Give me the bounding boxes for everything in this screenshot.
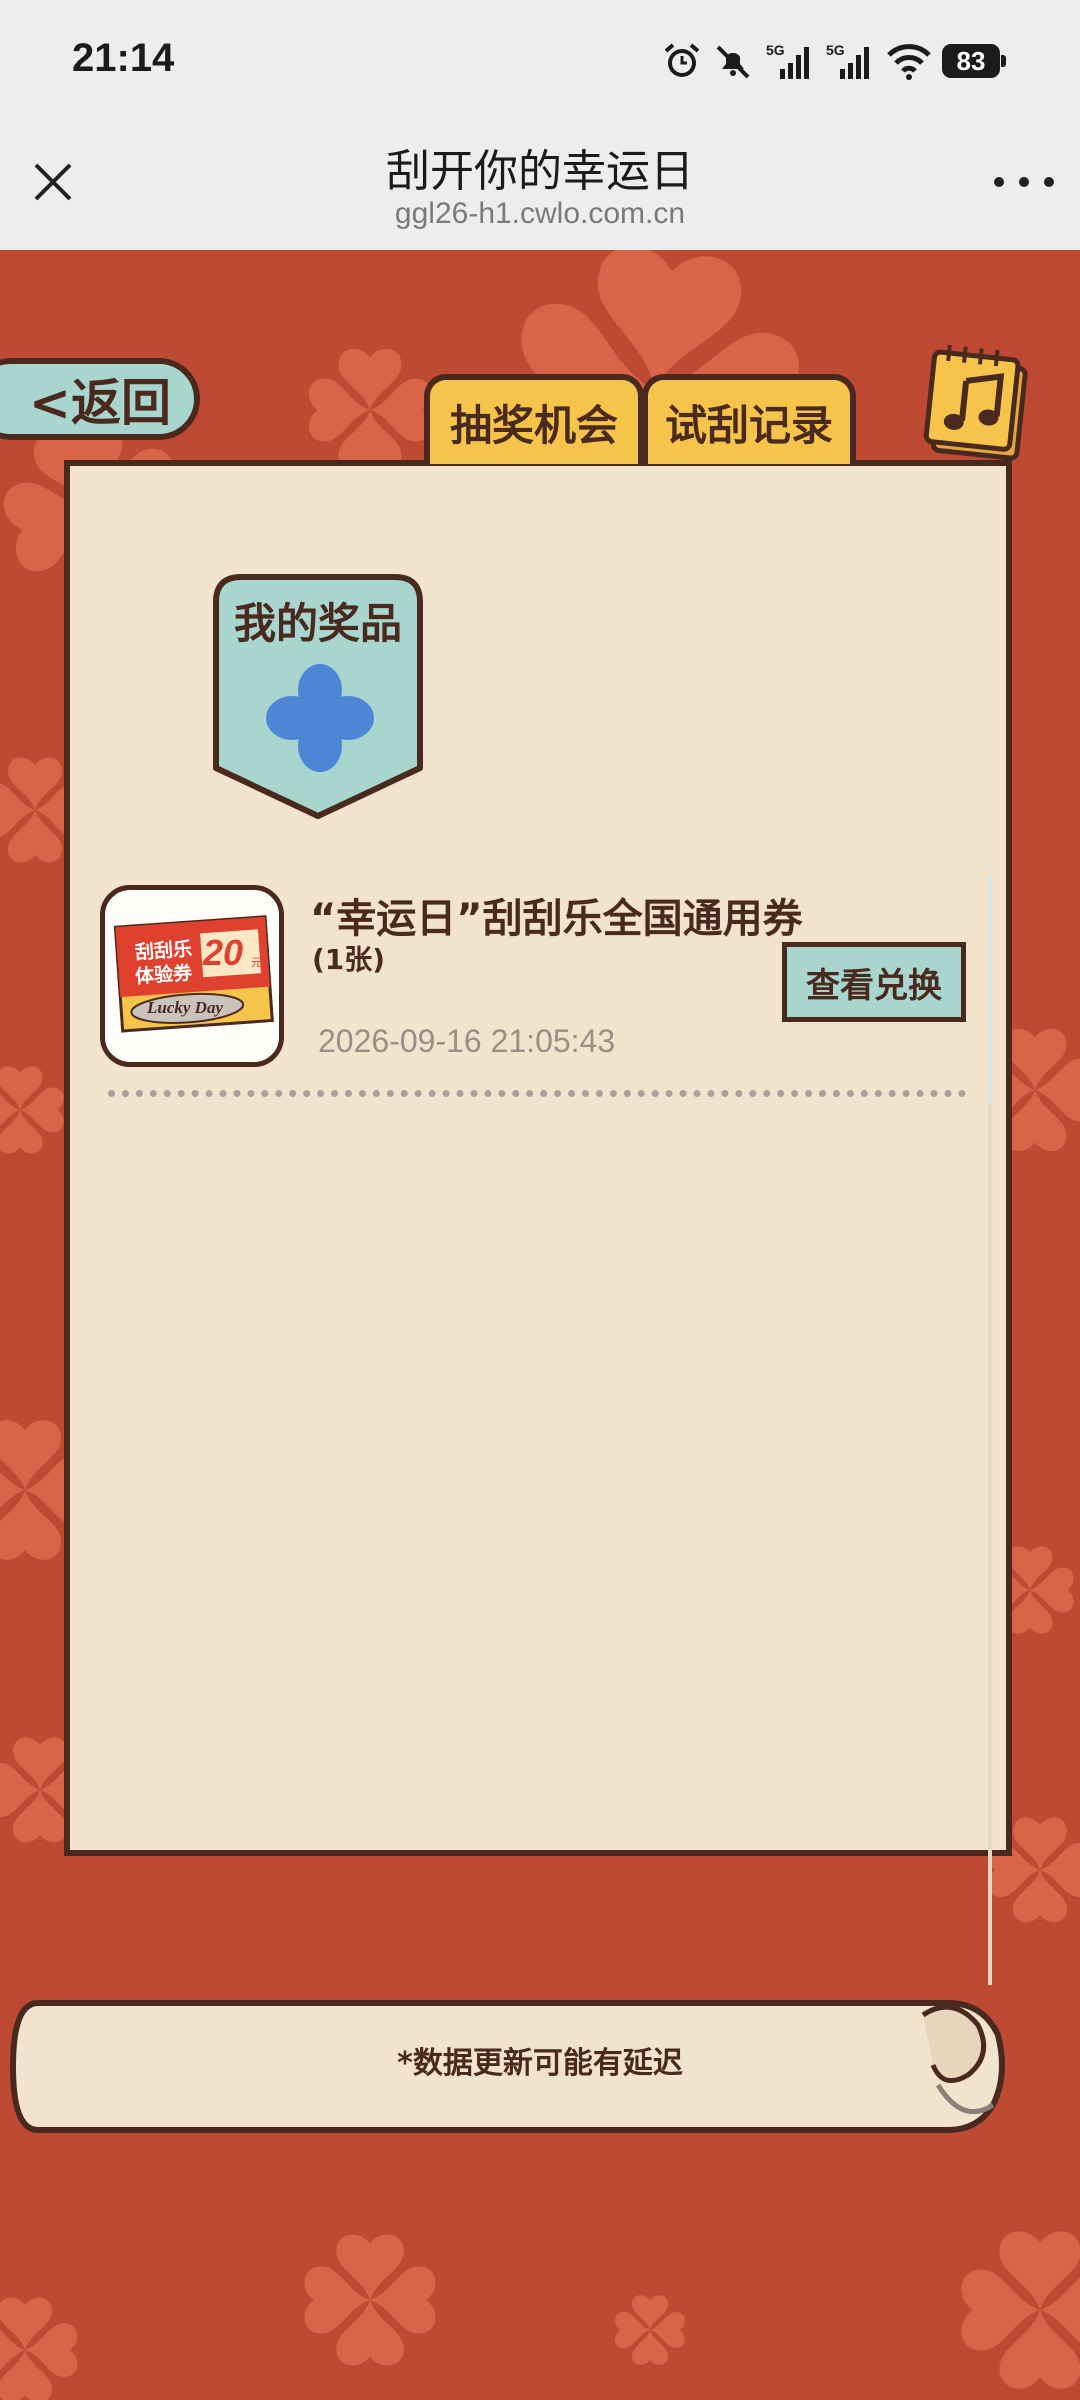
prize-title: “幸运日”刮刮乐全国通用券 xyxy=(310,896,803,942)
music-icon[interactable] xyxy=(920,342,1030,462)
prize-count: (1张) xyxy=(312,943,386,976)
view-redeem-button[interactable]: 查看兑换 xyxy=(782,942,966,1022)
alarm-icon xyxy=(664,43,700,77)
tab-lottery-chances[interactable]: 抽奖机会 xyxy=(424,374,644,464)
status-time: 21:14 xyxy=(72,36,175,80)
svg-text:5G: 5G xyxy=(826,42,845,58)
back-button[interactable]: <返回 xyxy=(0,358,200,440)
blue-clover-icon xyxy=(266,664,374,772)
voucher-tag: Lucky Day xyxy=(147,998,224,1017)
scrollbar-thumb[interactable] xyxy=(988,875,992,1105)
battery-indicator: 83 xyxy=(942,44,1006,78)
voucher-unit: 元 xyxy=(251,956,262,969)
footnote: *数据更新可能有延迟 xyxy=(397,2046,683,2081)
status-icons: 5G 5G 83 xyxy=(662,36,1006,86)
page-title: 刮开你的幸运日 xyxy=(386,146,694,197)
browser-title-bar: 刮开你的幸运日 ggl26-h1.cwlo.com.cn xyxy=(0,125,1080,250)
signal-5g-icon: 5G xyxy=(826,42,869,79)
more-options-icon[interactable] xyxy=(994,167,1054,197)
prize-thumbnail: 刮刮乐 体验券 20 元 Lucky Day xyxy=(100,885,284,1067)
mute-icon xyxy=(716,45,750,79)
prize-date: 2026-09-16 21:05:43 xyxy=(318,1023,616,1059)
scrollbar[interactable] xyxy=(988,875,992,1985)
item-divider xyxy=(108,1090,966,1097)
page-url: ggl26-h1.cwlo.com.cn xyxy=(394,197,686,230)
voucher-line2: 体验券 xyxy=(134,962,193,988)
tab-scratch-records[interactable]: 试刮记录 xyxy=(642,374,856,464)
tab-my-prizes-label: 我的奖品 xyxy=(233,599,402,648)
voucher-amount: 20 xyxy=(203,932,244,973)
svg-text:5G: 5G xyxy=(766,42,785,58)
wifi-icon xyxy=(887,44,931,80)
signal-5g-icon: 5G xyxy=(766,42,809,79)
status-bar: 21:14 5G 5G 83 xyxy=(0,0,1080,125)
